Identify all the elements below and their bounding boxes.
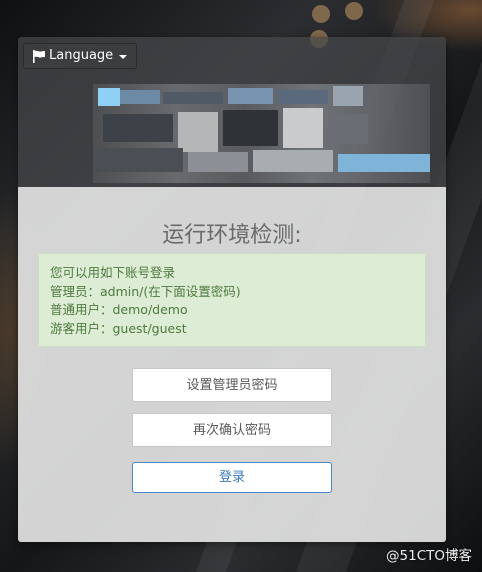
language-dropdown-button[interactable]: Language: [23, 43, 138, 69]
flag-icon: [33, 49, 45, 63]
confirm-password-input[interactable]: [132, 413, 332, 447]
alert-line: 管理员：admin/(在下面设置密码): [50, 283, 241, 299]
background-light: [345, 2, 363, 20]
alert-line: 游客用户：guest/guest: [50, 320, 187, 336]
watermark: @51CTO博客: [386, 548, 472, 564]
alert-line: 普通用户：demo/demo: [50, 302, 188, 317]
login-button[interactable]: 登录: [132, 462, 332, 493]
login-card: Language 运行环境检测: 您可以用如下账号登录 管理员：admin/(在…: [18, 37, 446, 542]
background-light: [312, 5, 330, 23]
language-label: Language: [49, 48, 114, 63]
account-info-alert: 您可以用如下账号登录 管理员：admin/(在下面设置密码) 普通用户：demo…: [38, 253, 426, 347]
caret-down-icon: [119, 55, 128, 59]
site-logo: [93, 84, 430, 183]
admin-password-input[interactable]: [132, 368, 332, 402]
alert-line: 您可以用如下账号登录: [50, 265, 176, 280]
page-title: 运行环境检测:: [162, 223, 302, 248]
